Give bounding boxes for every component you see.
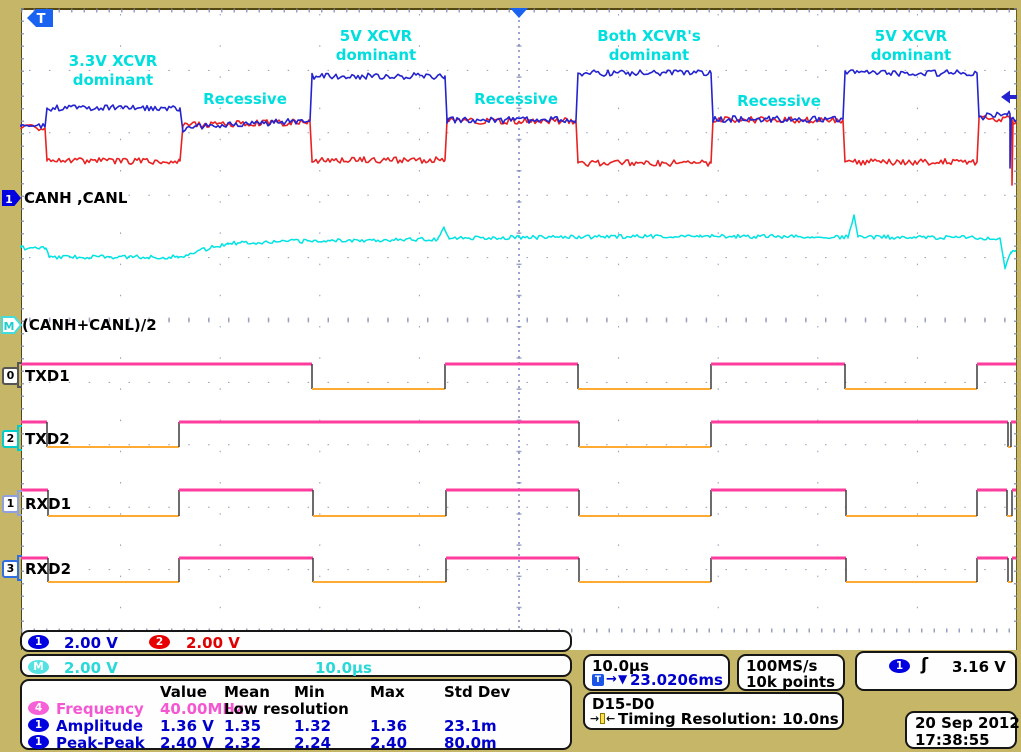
measurement-max: 2.40 xyxy=(370,734,407,752)
measurement-badge: 4 xyxy=(28,701,49,715)
time-value: 17:38:55 xyxy=(915,731,990,749)
record-length: 10k points xyxy=(746,673,835,691)
measurement-min: 2.24 xyxy=(294,734,331,752)
timing-right-arrow-icon: → xyxy=(590,712,599,725)
trigger-source-badge: 1 xyxy=(889,659,910,673)
timing-bar-icon xyxy=(600,713,605,724)
math-scale-box: M 2.00 V 10.0µs xyxy=(20,654,572,677)
channel-scale-box: 1 2.00 V 2 2.00 V xyxy=(20,630,572,652)
analog-channel-label: (CANH+CANL)/2 xyxy=(22,316,157,334)
measurement-header: Std Dev xyxy=(444,683,510,701)
trigger-t-icon: T xyxy=(592,674,604,686)
measurement-header: Min xyxy=(294,683,325,701)
bus-state-annotation: 5V XCVRdominant xyxy=(336,27,416,65)
digital-channel-label: RXD1 xyxy=(25,495,71,513)
measurement-value: 1.36 V xyxy=(160,717,214,735)
measurement-table: ValueMeanMinMaxStd Dev4Frequency40.00MHz… xyxy=(20,679,572,750)
digital-channel-label: TXD1 xyxy=(25,367,70,385)
measurement-header: Mean xyxy=(224,683,270,701)
trigger-level-value: 3.16 V xyxy=(952,658,1006,676)
math-timebase-value: 10.0µs xyxy=(315,659,372,677)
measurement-name: Frequency xyxy=(56,700,144,718)
measurement-value: 2.40 V xyxy=(160,734,214,752)
digital-channel-bracket xyxy=(17,362,22,388)
measurement-badge: 1 xyxy=(28,718,49,732)
date-value: 20 Sep 2012 xyxy=(915,714,1020,732)
datetime-box: 20 Sep 2012 17:38:55 xyxy=(905,711,1017,749)
measurement-header: Value xyxy=(160,683,207,701)
measurement-header: Max xyxy=(370,683,405,701)
measurement-mean: 2.32 xyxy=(224,734,261,752)
bus-state-annotation: 5V XCVRdominant xyxy=(871,27,951,65)
ch2-scale-value: 2.00 V xyxy=(186,634,240,652)
digital-channel-bracket xyxy=(17,425,22,451)
triangle-down-icon: ▼ xyxy=(618,672,627,686)
math-scale-value: 2.00 V xyxy=(64,659,118,677)
horizontal-box: 10.0µs T → ▼ 23.0206ms xyxy=(583,654,730,691)
digital-channel-bracket xyxy=(17,555,22,581)
bus-state-annotation: Both XCVR'sdominant xyxy=(597,27,701,65)
measurement-min: 1.32 xyxy=(294,717,331,735)
ch1-scale-value: 2.00 V xyxy=(64,634,118,652)
trigger-slope-icon: ʃ xyxy=(921,655,928,675)
measurement-name: Peak-Peak xyxy=(56,734,145,752)
digital-box: D15-D0 → ← Timing Resolution: 10.0ns xyxy=(583,692,844,730)
ch2-badge: 2 xyxy=(149,635,170,649)
ch1-badge: 1 xyxy=(28,635,49,649)
measurement-stddev: 23.1m xyxy=(444,717,497,735)
svg-text:1: 1 xyxy=(5,193,13,206)
measurement-badge: 1 xyxy=(28,735,49,749)
bus-state-annotation: Recessive xyxy=(474,90,558,109)
svg-text:M: M xyxy=(4,320,15,333)
arrow-right-icon: → xyxy=(606,672,617,687)
timing-resolution: Timing Resolution: 10.0ns xyxy=(618,710,839,728)
bus-state-annotation: Recessive xyxy=(203,90,287,109)
digital-channel-label: RXD2 xyxy=(25,560,71,578)
bus-state-annotation: 3.3V XCVRdominant xyxy=(69,52,158,90)
measurement-max: 1.36 xyxy=(370,717,407,735)
measurement-mean: 1.35 xyxy=(224,717,261,735)
svg-text:T: T xyxy=(37,12,46,27)
oscilloscope-display: T 1 M 3.3V XCVRdominant Recessive 5V XCVRdom… xyxy=(0,0,1021,752)
timing-left-arrow-icon: ← xyxy=(606,712,615,725)
trigger-delay-value: 23.0206ms xyxy=(630,671,723,689)
bus-state-annotation: Recessive xyxy=(737,92,821,111)
acquisition-box: 100MS/s 10k points xyxy=(737,654,845,691)
measurement-mean: Low resolution xyxy=(224,700,349,718)
digital-channel-bracket xyxy=(17,490,22,516)
measurement-name: Amplitude xyxy=(56,717,143,735)
trigger-box: 1 ʃ 3.16 V xyxy=(855,651,1017,691)
math-badge: M xyxy=(28,660,49,674)
measurement-stddev: 80.0m xyxy=(444,734,497,752)
digital-channel-label: TXD2 xyxy=(25,430,70,448)
analog-channel-label: CANH ,CANL xyxy=(24,189,127,207)
